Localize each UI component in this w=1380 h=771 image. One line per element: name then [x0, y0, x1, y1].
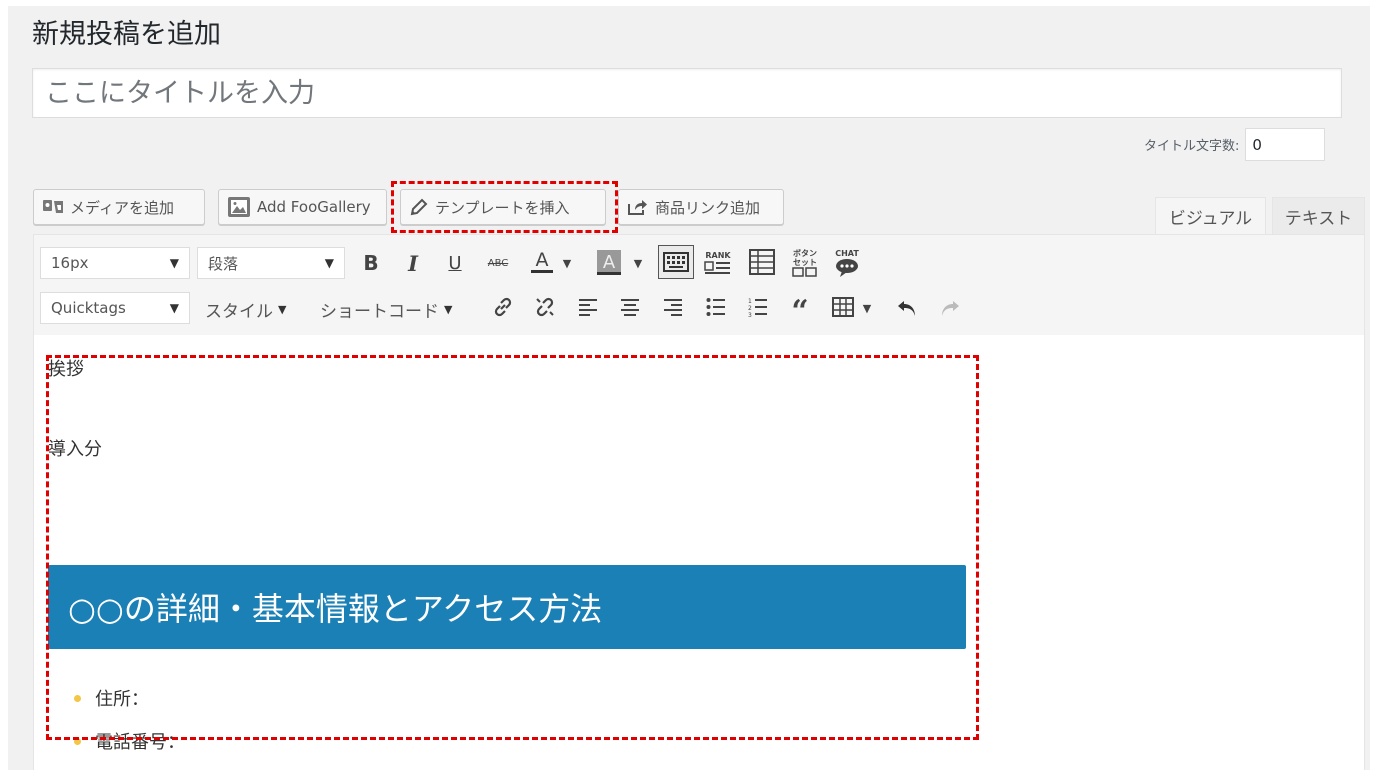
- add-product-link-label: 商品リンク追加: [655, 198, 761, 217]
- editor-content[interactable]: 挨拶 導入分 ○○の詳細・基本情報とアクセス方法 住所： 電話番号：: [34, 335, 1364, 771]
- chat-icon-label: CHAT: [835, 248, 859, 258]
- quicktags-value: Quicktags: [51, 299, 126, 317]
- chevron-down-icon: ▼: [324, 256, 334, 270]
- bullet-icon: [74, 694, 81, 702]
- bullet-icon: [74, 737, 81, 745]
- tab-visual[interactable]: ビジュアル: [1155, 197, 1266, 235]
- add-foogallery-label: Add FooGallery: [257, 198, 371, 216]
- blockquote-icon[interactable]: “: [786, 293, 814, 327]
- format-select[interactable]: 段落 ▼: [197, 247, 345, 279]
- button-set-icon[interactable]: ボタン セット: [790, 247, 820, 279]
- insert-template-button[interactable]: テンプレートを挿入: [400, 189, 606, 225]
- post-title-input[interactable]: [32, 68, 1342, 118]
- chevron-down-icon: ▼: [278, 303, 287, 316]
- svg-text:1: 1: [748, 298, 752, 305]
- chevron-down-icon: ▼: [169, 256, 179, 270]
- add-media-label: メディアを追加: [70, 198, 174, 217]
- title-count-field[interactable]: [1245, 128, 1326, 161]
- shortcode-menu-label: ショートコード: [320, 302, 439, 322]
- add-product-link-button[interactable]: 商品リンク追加: [618, 189, 784, 225]
- align-left-icon[interactable]: [574, 293, 602, 321]
- section-heading: ○○の詳細・基本情報とアクセス方法: [48, 565, 966, 649]
- bullet-list-icon[interactable]: [702, 293, 730, 321]
- pencil-icon: [410, 198, 428, 216]
- title-count: タイトル文字数:: [1144, 128, 1326, 161]
- format-value: 段落: [208, 254, 239, 273]
- text-color-icon[interactable]: A: [528, 247, 556, 277]
- list-item: 電話番号：: [74, 728, 185, 754]
- insert-template-label: テンプレートを挿入: [435, 198, 570, 217]
- gallery-icon: [228, 197, 250, 217]
- editor: 16px ▼ 段落 ▼ B I U ABC A ▼ A ▼ RANK ボタン セ…: [33, 234, 1365, 771]
- button-set-icon-label: ボタン セット: [793, 249, 817, 267]
- italic-icon[interactable]: I: [400, 249, 426, 277]
- page-title: 新規投稿を追加: [32, 19, 221, 50]
- title-count-label: タイトル文字数:: [1144, 139, 1240, 154]
- chevron-down-icon[interactable]: ▼: [631, 253, 645, 273]
- svg-text:3: 3: [748, 312, 752, 317]
- table-list-icon[interactable]: [747, 247, 777, 277]
- align-center-icon[interactable]: [616, 293, 644, 321]
- editor-toolbar: 16px ▼ 段落 ▼ B I U ABC A ▼ A ▼ RANK ボタン セ…: [34, 235, 1364, 336]
- add-media-button[interactable]: メディアを追加: [33, 189, 205, 225]
- bold-icon[interactable]: B: [358, 249, 384, 277]
- redo-icon[interactable]: [936, 293, 964, 321]
- quicktags-select[interactable]: Quicktags ▼: [40, 292, 190, 324]
- ranking-icon[interactable]: RANK: [702, 247, 734, 279]
- chevron-down-icon[interactable]: ▼: [860, 298, 874, 318]
- strikethrough-icon[interactable]: ABC: [484, 249, 512, 277]
- keyboard-icon[interactable]: [658, 245, 694, 279]
- ranking-icon-label: RANK: [705, 250, 731, 260]
- paragraph-greeting: 挨拶: [48, 359, 84, 380]
- media-icon: [43, 200, 63, 213]
- svg-text:A: A: [603, 252, 616, 273]
- section-heading-text: ○○の詳細・基本情報とアクセス方法: [68, 590, 603, 628]
- tab-text[interactable]: テキスト: [1272, 197, 1365, 235]
- numbered-list-icon[interactable]: 1 2 3: [744, 293, 772, 321]
- chevron-down-icon: ▼: [169, 301, 179, 315]
- font-size-value: 16px: [51, 254, 89, 272]
- align-right-icon[interactable]: [659, 293, 687, 321]
- font-size-select[interactable]: 16px ▼: [40, 247, 190, 279]
- link-icon[interactable]: [489, 293, 517, 321]
- unlink-icon[interactable]: [531, 293, 559, 321]
- shortcode-menu[interactable]: ショートコード ▼: [320, 297, 452, 322]
- chat-icon[interactable]: CHAT: [831, 247, 863, 279]
- style-menu-label: スタイル: [205, 302, 273, 322]
- chevron-down-icon[interactable]: ▼: [560, 253, 574, 273]
- paragraph-intro: 導入分: [48, 439, 102, 460]
- list-item-text: 住所：: [95, 689, 149, 710]
- background-color-icon[interactable]: A: [595, 247, 623, 277]
- svg-text:2: 2: [748, 305, 752, 312]
- style-menu[interactable]: スタイル ▼: [205, 297, 286, 322]
- add-foogallery-button[interactable]: Add FooGallery: [218, 189, 387, 225]
- underline-icon[interactable]: U: [442, 249, 468, 277]
- list-item-text: 電話番号：: [95, 732, 185, 753]
- list-item: 住所：: [74, 685, 149, 711]
- undo-icon[interactable]: [893, 293, 921, 321]
- share-icon: [628, 200, 647, 215]
- chevron-down-icon: ▼: [444, 303, 453, 316]
- table-icon[interactable]: [829, 293, 857, 321]
